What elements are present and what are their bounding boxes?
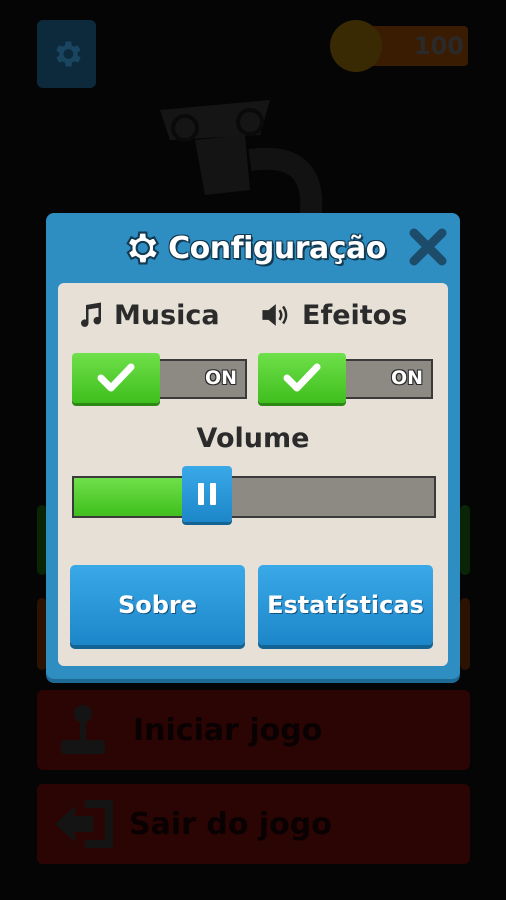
- music-toggle-state: ON: [204, 367, 237, 389]
- music-toggle[interactable]: ON: [72, 353, 247, 403]
- gear-icon: [55, 41, 81, 67]
- speaker-icon: [262, 304, 288, 326]
- volume-slider[interactable]: [72, 466, 436, 522]
- dialog-header: Configuração: [46, 213, 460, 283]
- pause-icon: [195, 483, 219, 505]
- background-settings-button: [37, 20, 96, 88]
- coin-counter: 100: [330, 20, 470, 74]
- check-icon: [97, 363, 135, 392]
- about-button[interactable]: Sobre: [70, 565, 245, 645]
- volume-label: Volume: [196, 423, 310, 454]
- effects-label: Efeitos: [260, 297, 407, 333]
- background-panel-right: [460, 505, 470, 575]
- music-note-icon: [81, 302, 102, 327]
- game-logo-column-icon: [160, 100, 323, 222]
- music-label: Musica: [76, 297, 220, 333]
- close-button[interactable]: [406, 225, 450, 269]
- dialog-title: Configuração: [168, 230, 386, 266]
- exit-game-label: Sair do jogo: [129, 806, 332, 842]
- exit-game-button: Sair do jogo: [37, 784, 470, 864]
- statistics-button[interactable]: Estatísticas: [258, 565, 433, 645]
- start-game-button: Iniciar jogo: [37, 690, 470, 770]
- volume-slider-handle[interactable]: [182, 466, 233, 522]
- background-panel-right-2: [460, 598, 470, 670]
- effects-toggle-state: ON: [390, 367, 423, 389]
- check-icon: [283, 363, 321, 392]
- coin-icon: [330, 20, 382, 72]
- gear-icon: [126, 231, 160, 265]
- settings-panel: Musica Efeitos ON ON Volume Sobre Estatí…: [58, 283, 448, 666]
- effects-label-text: Efeitos: [302, 299, 408, 331]
- exit-icon: [55, 800, 113, 848]
- music-label-text: Musica: [114, 299, 220, 331]
- start-game-label: Iniciar jogo: [133, 712, 323, 748]
- settings-dialog: Configuração Musica Efeitos ON ON Volume…: [46, 213, 460, 679]
- close-icon: [409, 228, 447, 266]
- joystick-icon: [61, 705, 105, 754]
- music-toggle-knob: [72, 353, 160, 403]
- effects-toggle-knob: [258, 353, 346, 403]
- coin-count: 100: [413, 32, 464, 60]
- effects-toggle[interactable]: ON: [258, 353, 433, 403]
